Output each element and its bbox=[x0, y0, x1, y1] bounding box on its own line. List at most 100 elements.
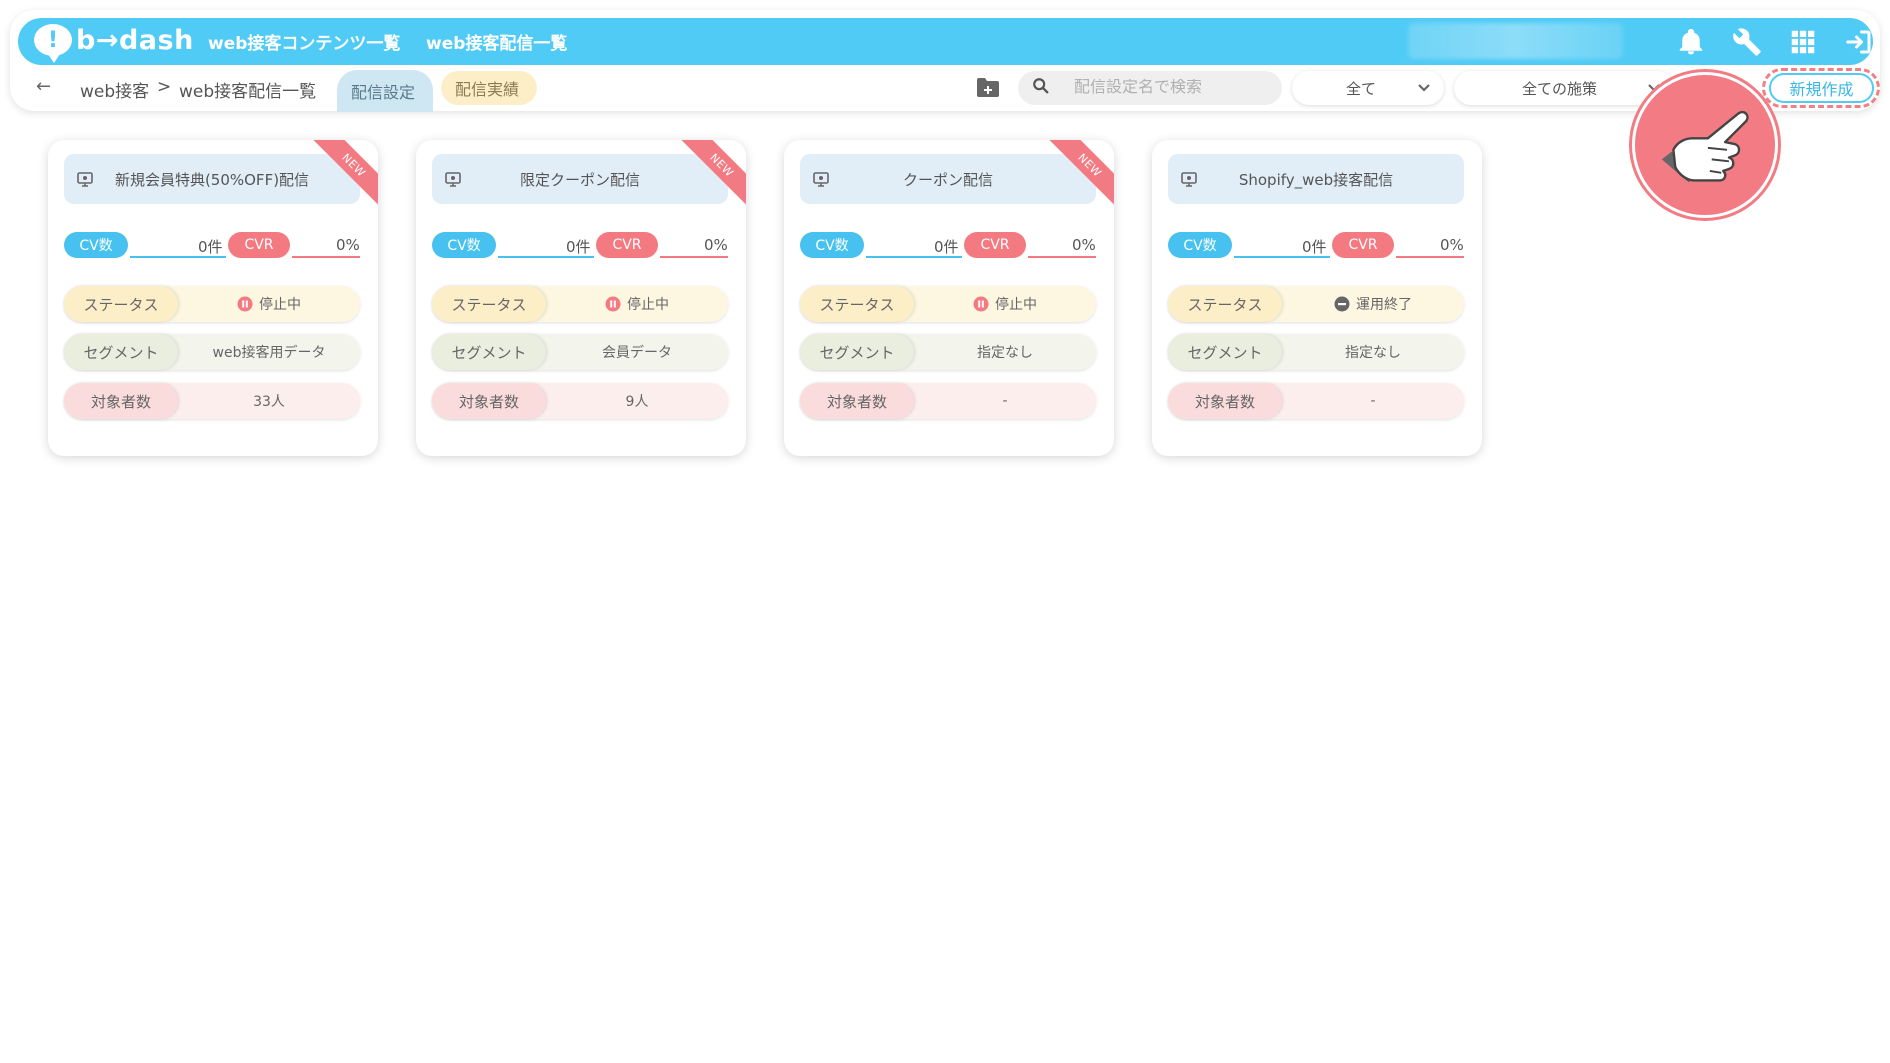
segment-row: セグメント web接客用データ bbox=[64, 334, 360, 370]
card-title[interactable]: クーポン配信 bbox=[800, 154, 1096, 204]
status-text: 運用終了 bbox=[1356, 297, 1412, 313]
create-new-button[interactable]: 新規作成 bbox=[1769, 73, 1874, 103]
status-label: ステータス bbox=[800, 286, 914, 322]
user-info-blurred bbox=[1408, 23, 1623, 59]
cvr-pill: CVR bbox=[1332, 232, 1394, 258]
segment-value: 会員データ bbox=[602, 345, 672, 361]
delivery-card[interactable]: クーポン配信 NEW CV数 0件 CVR 0% ステータス 停止中 セグメント… bbox=[784, 140, 1114, 456]
create-new-button-label: 新規作成 bbox=[1789, 80, 1854, 99]
metrics-row: CV数 0件 CVR 0% bbox=[1152, 232, 1482, 258]
app-header: ! b→dash web接客コンテンツ一覧 web接客配信一覧 bbox=[18, 18, 1873, 65]
pause-icon bbox=[237, 296, 253, 312]
card-title-text: クーポン配信 bbox=[902, 170, 993, 189]
breadcrumb-current: web接客配信一覧 bbox=[179, 82, 317, 102]
folder-add-icon[interactable] bbox=[975, 77, 1001, 99]
status-text: 停止中 bbox=[259, 297, 301, 313]
logout-icon[interactable] bbox=[1844, 27, 1874, 57]
cvr-underline bbox=[1028, 256, 1096, 258]
tab-delivery-settings[interactable]: 配信設定 bbox=[337, 70, 433, 112]
wrench-icon[interactable] bbox=[1732, 27, 1762, 57]
card-title-text: 新規会員特典(50%OFF)配信 bbox=[114, 170, 310, 189]
target-label: 対象者数 bbox=[64, 383, 178, 419]
status-row: ステータス 停止中 bbox=[800, 286, 1096, 322]
cv-count-pill: CV数 bbox=[800, 232, 864, 258]
target-value: - bbox=[1370, 393, 1376, 409]
card-title[interactable]: 限定クーポン配信 bbox=[432, 154, 728, 204]
status-text: 停止中 bbox=[995, 297, 1037, 313]
back-arrow-icon[interactable]: ← bbox=[36, 76, 51, 97]
card-title[interactable]: Shopify_web接客配信 bbox=[1168, 154, 1464, 204]
metrics-row: CV数 0件 CVR 0% bbox=[784, 232, 1114, 258]
bell-icon[interactable] bbox=[1676, 27, 1706, 57]
segment-label: セグメント bbox=[800, 334, 914, 370]
segment-label: セグメント bbox=[64, 334, 178, 370]
delivery-card[interactable]: 新規会員特典(50%OFF)配信 NEW CV数 0件 CVR 0% ステータス… bbox=[48, 140, 378, 456]
breadcrumb-parent[interactable]: web接客 bbox=[80, 77, 149, 102]
tab-delivery-settings-label: 配信設定 bbox=[351, 83, 416, 102]
minus-circle-icon bbox=[1334, 296, 1350, 312]
cv-count-pill: CV数 bbox=[432, 232, 496, 258]
segment-value: 指定なし bbox=[977, 345, 1033, 361]
metrics-row: CV数 0件 CVR 0% bbox=[416, 232, 746, 258]
monitor-icon bbox=[1180, 170, 1198, 188]
target-label: 対象者数 bbox=[1168, 383, 1282, 419]
campaign-filter-value: 全ての施策 bbox=[1522, 79, 1598, 98]
search-input[interactable] bbox=[1074, 79, 1274, 97]
status-row: ステータス 運用終了 bbox=[1168, 286, 1464, 322]
segment-row: セグメント 会員データ bbox=[432, 334, 728, 370]
cv-count-value: 0件 bbox=[934, 238, 959, 256]
nav-web-delivery-list[interactable]: web接客配信一覧 bbox=[426, 29, 567, 54]
cv-count-value: 0件 bbox=[566, 238, 591, 256]
status-text: 停止中 bbox=[627, 297, 669, 313]
search-box[interactable] bbox=[1018, 71, 1282, 105]
cvr-pill: CVR bbox=[964, 232, 1026, 258]
chevron-down-icon bbox=[1416, 80, 1432, 96]
nav-web-content-list[interactable]: web接客コンテンツ一覧 bbox=[208, 29, 400, 54]
tab-delivery-results-label: 配信実績 bbox=[455, 80, 520, 99]
status-row: ステータス 停止中 bbox=[432, 286, 728, 322]
cv-count-pill: CV数 bbox=[64, 232, 128, 258]
monitor-icon bbox=[812, 170, 830, 188]
card-title-text: 限定クーポン配信 bbox=[519, 170, 640, 189]
cvr-value: 0% bbox=[336, 236, 360, 254]
segment-row: セグメント 指定なし bbox=[800, 334, 1096, 370]
bdash-logo[interactable]: ! b→dash bbox=[34, 24, 194, 63]
monitor-icon bbox=[444, 170, 462, 188]
tab-delivery-results[interactable]: 配信実績 bbox=[441, 71, 537, 105]
logo-text: b→dash bbox=[76, 24, 194, 56]
cvr-pill: CVR bbox=[228, 232, 290, 258]
cv-count-value: 0件 bbox=[198, 238, 223, 256]
cvr-value: 0% bbox=[1440, 236, 1464, 254]
target-label: 対象者数 bbox=[432, 383, 546, 419]
cv-count-value: 0件 bbox=[1302, 238, 1327, 256]
cvr-underline bbox=[660, 256, 728, 258]
cv-count-pill: CV数 bbox=[1168, 232, 1232, 258]
card-title-text: Shopify_web接客配信 bbox=[1238, 170, 1394, 189]
status-filter-value: 全て bbox=[1346, 79, 1377, 98]
status-value: 停止中 bbox=[178, 286, 360, 322]
breadcrumb-separator: > bbox=[157, 77, 172, 97]
target-row: 対象者数 9人 bbox=[432, 383, 728, 419]
segment-label: セグメント bbox=[432, 334, 546, 370]
target-value: 33人 bbox=[253, 394, 285, 410]
target-row: 対象者数 - bbox=[800, 383, 1096, 419]
pointing-hand-icon bbox=[1632, 72, 1778, 218]
status-label: ステータス bbox=[64, 286, 178, 322]
target-value: - bbox=[1002, 393, 1008, 409]
cvr-pill: CVR bbox=[596, 232, 658, 258]
cvr-value: 0% bbox=[704, 236, 728, 254]
segment-row: セグメント 指定なし bbox=[1168, 334, 1464, 370]
app-grid-icon[interactable] bbox=[1788, 27, 1818, 57]
target-label: 対象者数 bbox=[800, 383, 914, 419]
cvr-underline bbox=[1396, 256, 1464, 258]
card-title[interactable]: 新規会員特典(50%OFF)配信 bbox=[64, 154, 360, 204]
delivery-card[interactable]: Shopify_web接客配信 CV数 0件 CVR 0% ステータス 運用終了… bbox=[1152, 140, 1482, 456]
cvr-value: 0% bbox=[1072, 236, 1096, 254]
status-value: 停止中 bbox=[914, 286, 1096, 322]
status-filter-select[interactable]: 全て bbox=[1292, 71, 1444, 105]
segment-value: 指定なし bbox=[1345, 345, 1401, 361]
delivery-card[interactable]: 限定クーポン配信 NEW CV数 0件 CVR 0% ステータス 停止中 セグメ… bbox=[416, 140, 746, 456]
target-row: 対象者数 33人 bbox=[64, 383, 360, 419]
cvr-underline bbox=[292, 256, 360, 258]
target-value: 9人 bbox=[625, 394, 649, 410]
